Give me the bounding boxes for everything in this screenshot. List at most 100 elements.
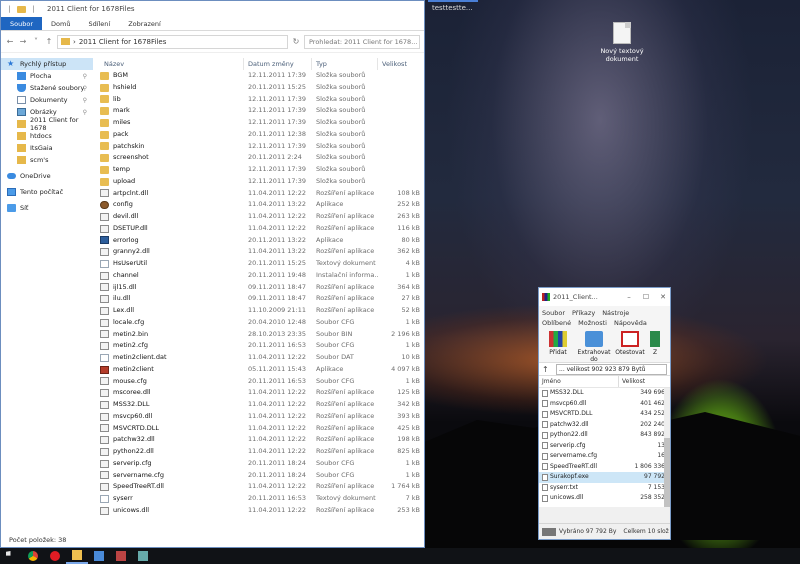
archive-row[interactable]: patchw32.dll 202 240 (539, 420, 670, 431)
more-tool-button[interactable]: Z (649, 331, 661, 359)
column-header-size[interactable]: Velikost (378, 58, 424, 70)
sidebar-item[interactable]: Stažené soubory ⚲ (1, 82, 93, 94)
minimize-button[interactable]: – (622, 293, 636, 301)
desktop-text-document[interactable]: Nový textový dokument (598, 22, 646, 63)
file-row[interactable]: ilu.dll 09.11.2011 18:47 Rozšíření aplikac… (96, 293, 424, 305)
file-row[interactable]: unicows.dll 11.04.2011 12:22 Rozšíření apl… (96, 505, 424, 517)
sidebar-item[interactable]: scm's (1, 154, 93, 166)
taskbar-chrome[interactable] (22, 548, 44, 564)
file-row[interactable]: hshield 20.11.2011 15:25 Složka souborů (96, 82, 424, 94)
refresh-icon[interactable]: ↻ (291, 37, 301, 46)
archive-titlebar[interactable]: 2011_Client... – ☐ ✕ (539, 288, 670, 306)
tab-file[interactable]: Soubor (1, 17, 42, 30)
menu-file[interactable]: Soubor (542, 308, 565, 318)
forward-arrow-icon[interactable]: → (18, 37, 28, 46)
back-arrow-icon[interactable]: ← (5, 37, 15, 46)
file-row[interactable]: patchskin 12.11.2011 17:39 Složka souborů (96, 141, 424, 153)
menu-favorites[interactable]: Oblíbené (542, 318, 571, 328)
extract-to-button[interactable]: Extrahovat do (577, 331, 611, 363)
column-header-date[interactable]: Datum změny (244, 58, 312, 70)
file-row[interactable]: metin2client 05.11.2011 15:43 Aplikace 4 09… (96, 364, 424, 376)
pin-icon[interactable]: ⚲ (83, 97, 87, 104)
test-button[interactable]: Otestovat (613, 331, 647, 359)
file-row[interactable]: serverip.cfg 20.11.2011 18:24 Soubor CFG 1 … (96, 458, 424, 470)
file-row[interactable]: servername.cfg 20.11.2011 18:24 Soubor CFG… (96, 470, 424, 482)
file-row[interactable]: temp 12.11.2011 17:39 Složka souborů (96, 164, 424, 176)
file-row[interactable]: Lex.dll 11.10.2009 21:11 Rozšíření aplikac… (96, 305, 424, 317)
recent-dropdown-icon[interactable]: ˅ (31, 37, 41, 46)
file-row[interactable]: MSS32.DLL 11.04.2011 12:22 Rozšíření aplik… (96, 399, 424, 411)
file-row[interactable]: channel 20.11.2011 19:48 Instalační inform… (96, 270, 424, 282)
file-row[interactable]: errorlog 20.11.2011 13:22 Aplikace 80 kB (96, 235, 424, 247)
archive-row[interactable]: Surakopf.exe 97 792 (539, 472, 670, 483)
tab-share[interactable]: Sdílení (79, 17, 119, 30)
taskbar-file-explorer[interactable] (66, 548, 88, 564)
sidebar-item[interactable]: OneDrive (1, 170, 93, 182)
file-row[interactable]: patchw32.dll 11.04.2011 12:22 Rozšíření ap… (96, 434, 424, 446)
archive-path-field[interactable]: ... velikost 902 923 879 Bytů (556, 363, 667, 375)
archive-row[interactable]: python22.dll 843 892 (539, 430, 670, 441)
file-row[interactable]: devil.dll 11.04.2011 12:22 Rozšíření aplik… (96, 211, 424, 223)
sidebar-item[interactable]: htdocs (1, 130, 93, 142)
sidebar-item[interactable]: Plocha ⚲ (1, 70, 93, 82)
pin-icon[interactable]: ⚲ (83, 73, 87, 80)
file-row[interactable]: BGM 12.11.2011 17:39 Složka souborů (96, 70, 424, 82)
archive-row[interactable]: MSVCRTD.DLL 434 252 (539, 409, 670, 420)
file-row[interactable]: metin2.bin 28.10.2013 23:35 Soubor BIN 2 19… (96, 329, 424, 341)
file-row[interactable]: metin2.cfg 20.11.2011 16:53 Soubor CFG 1 kB (96, 340, 424, 352)
taskbar-opera[interactable] (44, 548, 66, 564)
file-row[interactable]: metin2client.dat 11.04.2011 12:22 Soubor D… (96, 352, 424, 364)
scroll-thumb[interactable] (664, 438, 670, 507)
close-button[interactable]: ✕ (656, 293, 670, 301)
taskbar-app[interactable] (132, 548, 154, 564)
menu-help[interactable]: Nápověda (614, 318, 647, 328)
sidebar-item[interactable]: 2011 Client for 1678 (1, 116, 93, 132)
file-row[interactable]: mscoree.dll 11.04.2011 12:22 Rozšíření apl… (96, 387, 424, 399)
sidebar-item[interactable]: Síť (1, 202, 93, 214)
file-row[interactable]: HsUserUtil 20.11.2011 15:25 Textový dokume… (96, 258, 424, 270)
explorer-titlebar[interactable]: | | 2011 Client for 1678Files (1, 1, 424, 17)
file-row[interactable]: screenshot 20.11.2011 2:24 Složka souborů (96, 152, 424, 164)
sidebar-item[interactable]: ItsGaia (1, 142, 93, 154)
file-row[interactable]: lib 12.11.2011 17:39 Složka souborů (96, 94, 424, 106)
archive-row[interactable]: servername.cfg 16 (539, 451, 670, 462)
file-row[interactable]: artpclnt.dll 11.04.2011 12:22 Rozšíření ap… (96, 188, 424, 200)
up-arrow-icon[interactable]: ↑ (44, 37, 54, 46)
file-row[interactable]: ijl15.dll 09.11.2011 18:47 Rozšíření aplik… (96, 282, 424, 294)
archive-row[interactable]: syserr.txt 7 153 (539, 483, 670, 494)
column-header-type[interactable]: Typ (312, 58, 378, 70)
file-row[interactable]: syserr 20.11.2011 16:53 Textový dokument 7 … (96, 493, 424, 505)
archive-row[interactable]: MSS32.DLL 349 696 (539, 388, 670, 399)
pin-icon[interactable]: ⚲ (83, 85, 87, 92)
breadcrumb[interactable]: 2011 Client for 1678Files (79, 38, 167, 46)
search-box[interactable] (304, 34, 420, 49)
archive-scrollbar[interactable] (664, 388, 670, 507)
archive-row[interactable]: SpeedTreeRT.dll 1 806 336 (539, 462, 670, 473)
sidebar-item[interactable]: Tento počítač (1, 186, 93, 198)
file-row[interactable]: python22.dll 11.04.2011 12:22 Rozšíření ap… (96, 446, 424, 458)
archive-row[interactable]: serverip.cfg 13 (539, 441, 670, 452)
archive-column-size[interactable]: Velikost (619, 376, 667, 387)
column-header-name[interactable]: Název (96, 58, 244, 70)
file-row[interactable]: config 11.04.2011 13:22 Aplikace 252 kB (96, 199, 424, 211)
tab-view[interactable]: Zobrazení (119, 17, 170, 30)
file-row[interactable]: locale.cfg 20.04.2010 12:48 Soubor CFG 1 kB (96, 317, 424, 329)
maximize-button[interactable]: ☐ (639, 293, 653, 301)
sidebar-item[interactable]: ★ Rychlý přístup (1, 58, 93, 70)
file-row[interactable]: mouse.cfg 20.11.2011 16:53 Soubor CFG 1 kB (96, 376, 424, 388)
file-row[interactable]: miles 12.11.2011 17:39 Složka souborů (96, 117, 424, 129)
menu-commands[interactable]: Příkazy (572, 308, 595, 318)
taskbar-app[interactable] (88, 548, 110, 564)
sidebar-item[interactable]: Dokumenty ⚲ (1, 94, 93, 106)
file-row[interactable]: SpeedTreeRT.dll 11.04.2011 12:22 Rozšíření… (96, 481, 424, 493)
archive-column-name[interactable]: Jméno (539, 376, 619, 387)
up-arrow-icon[interactable]: ↑ (542, 365, 552, 374)
menu-tools[interactable]: Nástroje (602, 308, 629, 318)
back-icon[interactable]: | (5, 5, 14, 14)
taskbar-app[interactable] (110, 548, 132, 564)
address-bar[interactable]: › 2011 Client for 1678Files (57, 34, 288, 49)
file-row[interactable]: pack 20.11.2011 12:38 Složka souborů (96, 129, 424, 141)
add-button[interactable]: Přidat (541, 331, 575, 359)
file-row[interactable]: upload 12.11.2011 17:39 Složka souborů (96, 176, 424, 188)
search-input[interactable] (309, 35, 419, 48)
